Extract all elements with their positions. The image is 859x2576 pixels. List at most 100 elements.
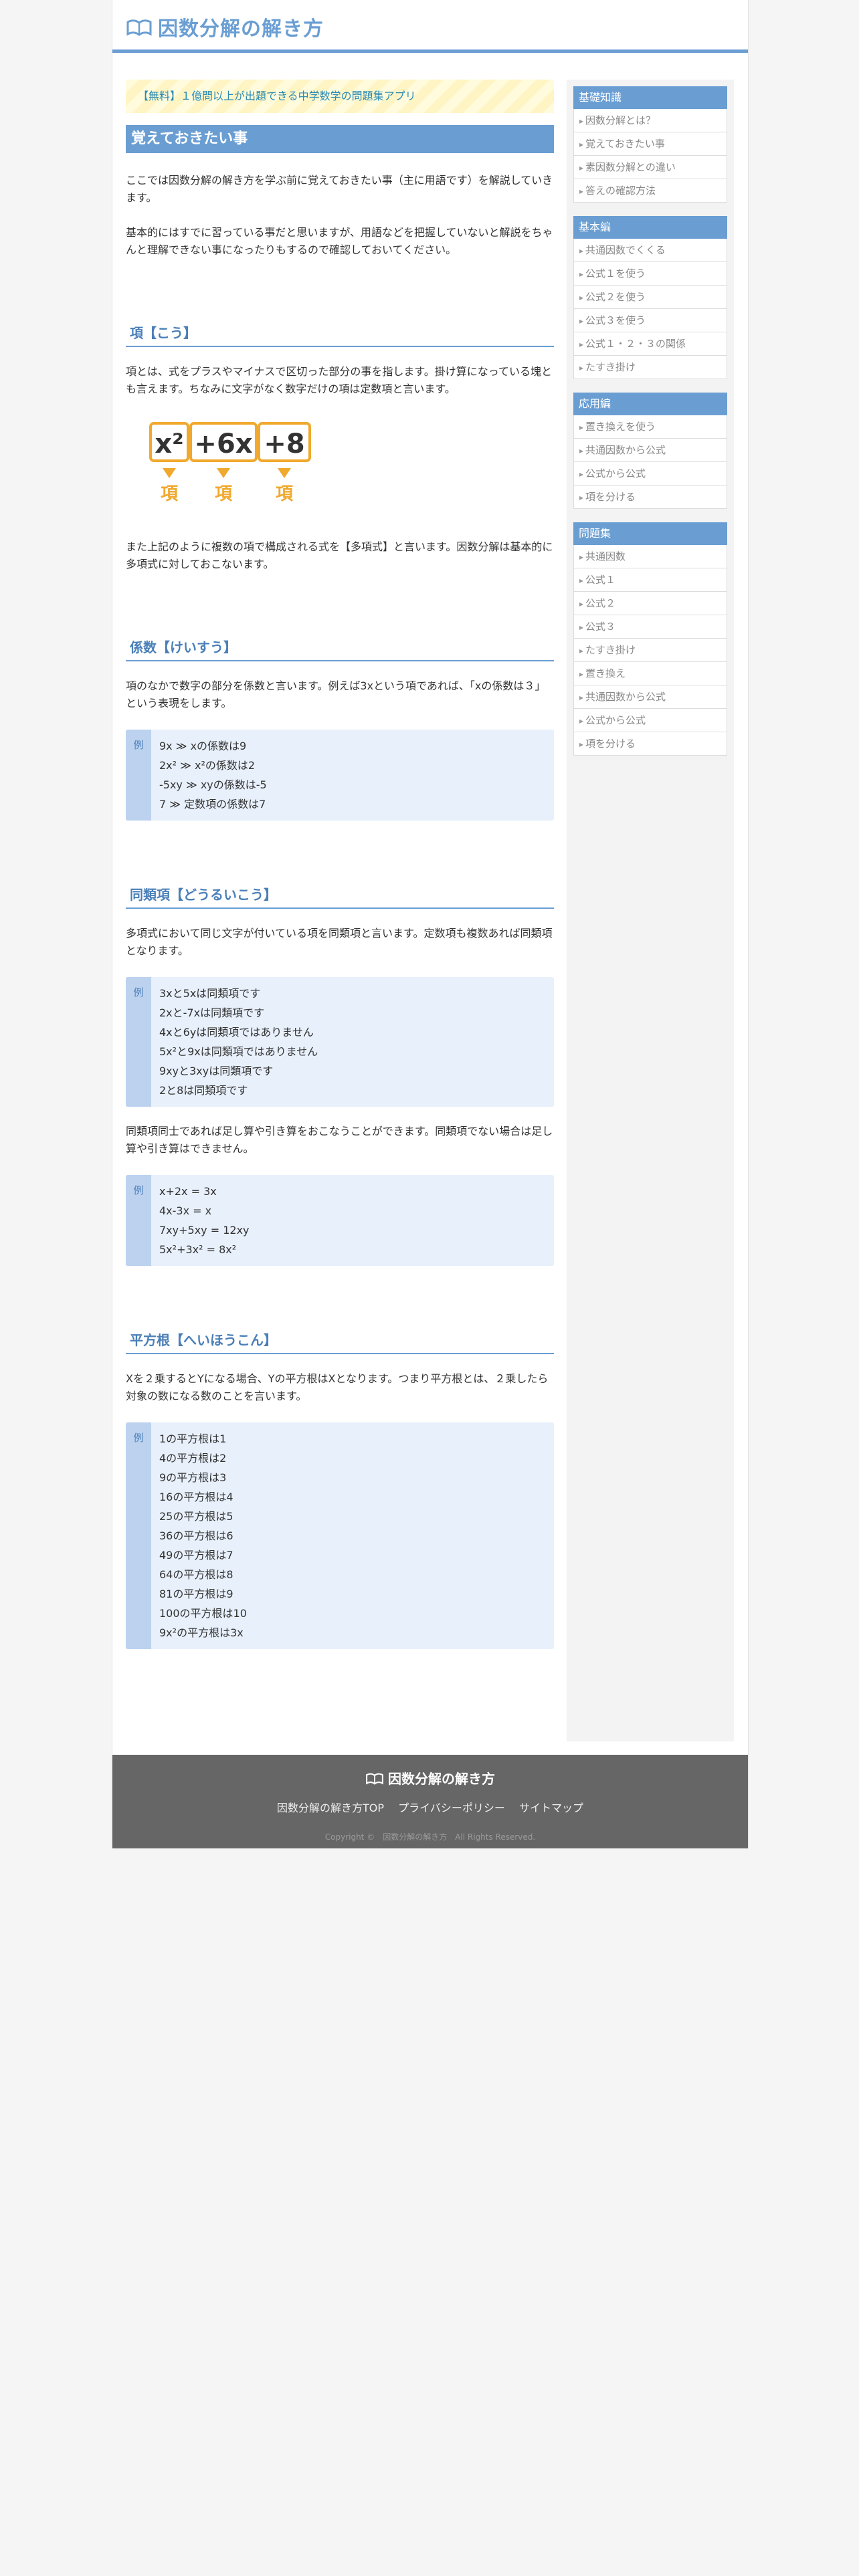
example-box-douruikou-2: 例 x+2x = 3x 4x-3x = x 7xy+5xy = 12xy 5x²… xyxy=(126,1175,554,1266)
list-item: 4の平方根は2 xyxy=(159,1452,227,1465)
example-box-keisu: 例 9x ≫ xの係数は9 2x² ≫ x²の係数は2 -5xy ≫ xyの係数… xyxy=(126,730,554,821)
list-item: 16の平方根は4 xyxy=(159,1491,233,1503)
list-item: 7xy+5xy = 12xy xyxy=(159,1224,250,1237)
section-title-kou: 項【こう】 xyxy=(126,320,554,347)
term-3: +8 xyxy=(264,429,304,459)
list-item: -5xy ≫ xyの係数は-5 xyxy=(159,778,267,791)
page-title: 覚えておきたい事 xyxy=(126,125,554,153)
example-list: 3xと5xは同類項です 2xと-7xは同類項です 4xと6yは同類項ではありませ… xyxy=(151,977,318,1107)
sidebar-section-problems: 問題集 共通因数 公式１ 公式２ 公式３ たすき掛け 置き換え 共通因数から公式… xyxy=(573,522,727,756)
list-item: 100の平方根は10 xyxy=(159,1607,247,1620)
term-2: +6x xyxy=(194,429,252,459)
content-area: 【無料】１億問以上が出題できる中学数学の問題集アプリ 覚えておきたい事 ここでは… xyxy=(112,53,748,1755)
sidebar-link[interactable]: 共通因数でくくる xyxy=(574,239,727,262)
list-item: 4xと6yは同類項ではありません xyxy=(159,1026,314,1039)
term-label-3: 項 xyxy=(276,484,294,504)
douruikou-paragraph-2: 同類項同士であれば足し算や引き算をおこなうことができます。同類項でない場合は足し… xyxy=(126,1125,553,1155)
sidebar-link[interactable]: 素因数分解との違い xyxy=(574,156,727,179)
sidebar-section-fundamentals: 基本編 共通因数でくくる 公式１を使う 公式２を使う 公式３を使う 公式１・２・… xyxy=(573,216,727,379)
site-logo[interactable]: 因数分解の解き方 xyxy=(126,12,324,41)
list-item: 36の平方根は6 xyxy=(159,1529,233,1542)
sidebar-link[interactable]: 公式１を使う xyxy=(574,262,727,286)
main-column: 【無料】１億問以上が出題できる中学数学の問題集アプリ 覚えておきたい事 ここでは… xyxy=(126,80,554,1649)
polynomial-terms-figure: x² +6x +8 項 項 項 xyxy=(149,422,311,504)
sidebar-heading: 基礎知識 xyxy=(573,86,727,109)
open-book-icon xyxy=(366,1772,383,1785)
sidebar-link[interactable]: 公式１・２・３の関係 xyxy=(574,332,727,356)
list-item: 2と8は同類項です xyxy=(159,1084,248,1097)
example-box-heihoukon: 例 1の平方根は1 4の平方根は2 9の平方根は3 16の平方根は4 25の平方… xyxy=(126,1422,554,1649)
list-item: 9x ≫ xの係数は9 xyxy=(159,740,247,752)
site-title: 因数分解の解き方 xyxy=(158,17,324,41)
list-item: 2xと-7xは同類項です xyxy=(159,1006,265,1019)
section-title-heihoukon: 平方根【へいほうこん】 xyxy=(126,1327,554,1354)
sidebar-link[interactable]: 公式２を使う xyxy=(574,286,727,309)
footer-logo[interactable]: 因数分解の解き方 xyxy=(112,1768,748,1788)
list-item: 25の平方根は5 xyxy=(159,1510,233,1523)
heihoukon-paragraph: Xを２乗するとYになる場合、Yの平方根はXとなります。つまり平方根とは、２乗した… xyxy=(126,1372,549,1402)
sidebar-link[interactable]: 公式３ xyxy=(574,615,727,639)
sidebar-link[interactable]: 置き換えを使う xyxy=(574,415,727,439)
sidebar-link[interactable]: 項を分ける xyxy=(574,486,727,509)
list-item: 5x²と9xは同類項ではありません xyxy=(159,1045,318,1058)
example-tag: 例 xyxy=(126,1422,151,1649)
term-label-2: 項 xyxy=(215,484,233,504)
list-item: 7 ≫ 定数項の係数は7 xyxy=(159,798,266,811)
example-list: x+2x = 3x 4x-3x = x 7xy+5xy = 12xy 5x²+3… xyxy=(151,1175,250,1266)
app-promo-link[interactable]: 【無料】１億問以上が出題できる中学数学の問題集アプリ xyxy=(126,80,554,113)
example-list: 9x ≫ xの係数は9 2x² ≫ x²の係数は2 -5xy ≫ xyの係数は-… xyxy=(151,730,267,821)
sidebar-link[interactable]: たすき掛け xyxy=(574,356,727,379)
footer-link-top[interactable]: 因数分解の解き方TOP xyxy=(277,1802,384,1814)
term-label-1: 項 xyxy=(161,484,179,504)
sidebar-heading: 応用編 xyxy=(573,393,727,415)
sidebar-link[interactable]: 共通因数 xyxy=(574,545,727,568)
sidebar-link[interactable]: 共通因数から公式 xyxy=(574,685,727,709)
sidebar-link[interactable]: 覚えておきたい事 xyxy=(574,132,727,156)
footer-link-privacy[interactable]: プライバシーポリシー xyxy=(398,1802,505,1814)
list-item: 81の平方根は9 xyxy=(159,1588,233,1600)
site-header: 因数分解の解き方 xyxy=(112,0,748,53)
list-item: 3xと5xは同類項です xyxy=(159,987,261,1000)
list-item: 4x-3x = x xyxy=(159,1204,212,1217)
copyright: Copyright © 因数分解の解き方 All Rights Reserved… xyxy=(324,1832,536,1842)
list-item: 9の平方根は3 xyxy=(159,1471,227,1484)
sidebar-link[interactable]: 置き換え xyxy=(574,662,727,685)
example-list: 1の平方根は1 4の平方根は2 9の平方根は3 16の平方根は4 25の平方根は… xyxy=(151,1422,247,1649)
kou-paragraph-1: 項とは、式をプラスやマイナスで区切った部分の事を指します。掛け算になっている塊と… xyxy=(126,365,552,395)
example-tag: 例 xyxy=(126,1175,151,1266)
section-title-keisu: 係数【けいすう】 xyxy=(126,635,554,661)
term-1: x² xyxy=(155,429,183,459)
footer-links: 因数分解の解き方TOP プライバシーポリシー サイトマップ xyxy=(112,1799,748,1815)
list-item: 2x² ≫ x²の係数は2 xyxy=(159,759,256,772)
example-tag: 例 xyxy=(126,730,151,821)
footer-link-sitemap[interactable]: サイトマップ xyxy=(519,1802,583,1814)
douruikou-paragraph-1: 多項式において同じ文字が付いている項を同類項と言います。定数項も複数あれば同類項… xyxy=(126,927,553,957)
sidebar-link[interactable]: 公式１ xyxy=(574,568,727,592)
list-item: 9x²の平方根は3x xyxy=(159,1626,244,1639)
sidebar-link[interactable]: 共通因数から公式 xyxy=(574,439,727,462)
sidebar-link[interactable]: 項を分ける xyxy=(574,732,727,756)
list-item: 49の平方根は7 xyxy=(159,1549,233,1562)
sidebar-link[interactable]: 公式から公式 xyxy=(574,462,727,486)
keisu-paragraph: 項のなかで数字の部分を係数と言います。例えば3xという項であれば、「xの係数は３… xyxy=(126,679,546,710)
example-tag: 例 xyxy=(126,977,151,1107)
list-item: 5x²+3x² = 8x² xyxy=(159,1243,237,1256)
open-book-icon xyxy=(126,19,152,36)
section-title-douruikou: 同類項【どうるいこう】 xyxy=(126,882,554,909)
sidebar-link[interactable]: 因数分解とは？ xyxy=(574,109,727,132)
page-wrapper: 因数分解の解き方 【無料】１億問以上が出題できる中学数学の問題集アプリ 覚えてお… xyxy=(112,0,749,1848)
sidebar-section-advanced: 応用編 置き換えを使う 共通因数から公式 公式から公式 項を分ける xyxy=(573,393,727,509)
footer-title: 因数分解の解き方 xyxy=(388,1771,495,1787)
list-item: x+2x = 3x xyxy=(159,1185,217,1198)
site-footer: 因数分解の解き方 因数分解の解き方TOP プライバシーポリシー サイトマップ C… xyxy=(112,1755,748,1848)
sidebar-heading: 基本編 xyxy=(573,216,727,239)
sidebar-link[interactable]: 公式２ xyxy=(574,592,727,615)
sidebar-heading: 問題集 xyxy=(573,522,727,545)
sidebar-link[interactable]: 公式３を使う xyxy=(574,309,727,332)
arrow-down-icon xyxy=(163,468,176,478)
sidebar-link[interactable]: たすき掛け xyxy=(574,639,727,662)
intro-paragraph-2: 基本的にはすでに習っている事だと思いますが、用語などを把握していないと解説をちゃ… xyxy=(126,226,553,256)
sidebar-link[interactable]: 答えの確認方法 xyxy=(574,179,727,203)
example-box-douruikou-1: 例 3xと5xは同類項です 2xと-7xは同類項です 4xと6yは同類項ではあり… xyxy=(126,977,554,1107)
sidebar-link[interactable]: 公式から公式 xyxy=(574,709,727,732)
